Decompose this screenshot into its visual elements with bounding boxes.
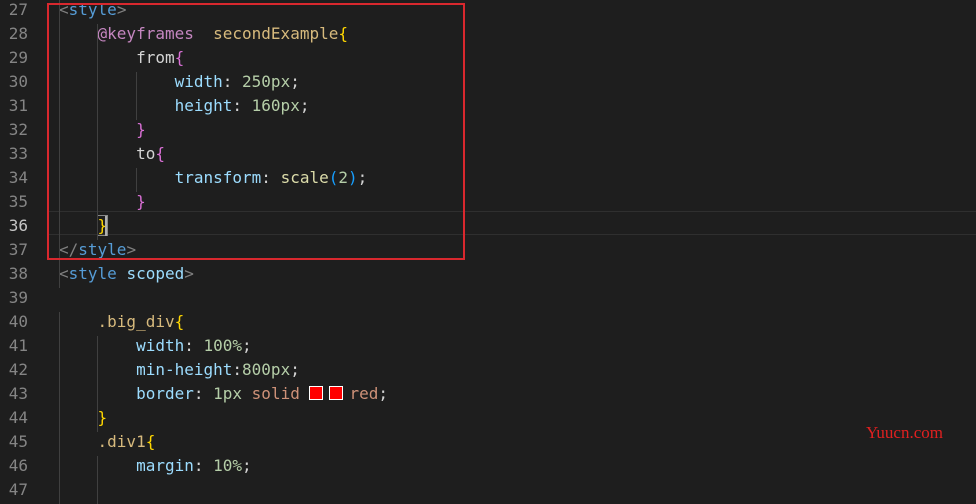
code-text: <style scoped> [59,262,194,286]
code-token: min-height [136,360,233,379]
highlight-box [47,3,465,260]
code-line[interactable]: 44 } [0,406,976,430]
code-token: { [145,432,156,451]
line-number: 29 [8,48,28,67]
code-text: } [59,406,108,430]
code-token: < [59,264,69,283]
watermark: Yuucn.com [866,423,943,442]
code-token: : [232,360,243,379]
code-token: style [68,264,117,283]
code-editor[interactable]: 27 <style> 28 @keyframes secondExample{29 … [0,0,976,504]
code-token: { [174,312,185,331]
code-text: .big_div{ [59,310,185,334]
code-token: 800px [242,360,291,379]
line-number: 41 [8,336,28,355]
code-line[interactable]: 40 .big_div{ [0,310,976,334]
line-number: 36 [8,216,28,235]
code-token: : [184,336,204,355]
code-line[interactable]: 39 [0,286,976,310]
code-line[interactable]: 38 <style scoped> [0,262,976,286]
indent-guide [97,456,98,504]
code-line[interactable]: 45 .div1{ [0,430,976,454]
code-token: ; [242,456,252,475]
line-number: 33 [8,144,28,163]
code-token: margin [136,456,194,475]
code-token: : [193,384,214,403]
line-number: 34 [8,168,28,187]
code-text: .div1{ [59,430,156,454]
line-number: 32 [8,120,28,139]
code-token: > [184,264,194,283]
code-text: width: 100%; [59,334,252,358]
line-number: 42 [8,360,28,379]
code-token: .div1 [97,432,146,451]
line-number: 46 [8,456,28,475]
line-number: 45 [8,432,28,451]
code-token: scoped [126,264,185,283]
color-swatch-icon [329,386,344,400]
code-line[interactable]: 43 border: 1px solid red; [0,382,976,406]
code-token: ; [378,384,389,403]
code-token: 10% [213,456,243,475]
code-token: ; [242,336,252,355]
code-line[interactable]: 41 width: 100%; [0,334,976,358]
code-token: ; [290,360,300,379]
indent-guide [59,312,60,504]
line-number: 47 [8,480,28,499]
code-token: .big_div [97,312,175,331]
code-line[interactable]: 46 margin: 10%; [0,454,976,478]
line-number: 44 [8,408,28,427]
line-number: 39 [8,288,28,307]
line-number: 31 [8,96,28,115]
code-token: } [97,408,108,427]
code-text: min-height:800px; [59,358,300,382]
code-token: width [136,336,185,355]
code-line[interactable]: 42 min-height:800px; [0,358,976,382]
line-number: 37 [8,240,28,259]
line-number: 38 [8,264,28,283]
line-number: 27 [8,0,28,19]
code-token: : [193,456,214,475]
line-number: 43 [8,384,28,403]
color-swatch-icon [309,386,324,400]
code-token: 100% [203,336,243,355]
code-text: margin: 10%; [59,454,252,478]
code-token: border [136,384,194,403]
indent-guide [97,336,98,432]
line-number: 35 [8,192,28,211]
line-number: 28 [8,24,28,43]
code-token: solid [251,384,300,403]
line-number: 40 [8,312,28,331]
text-cursor [105,216,107,236]
line-number: 30 [8,72,28,91]
code-line[interactable]: 47 [0,478,976,502]
code-text: border: 1px solid red; [59,382,388,406]
code-token: 1px [213,384,243,403]
code-token: red [349,384,379,403]
